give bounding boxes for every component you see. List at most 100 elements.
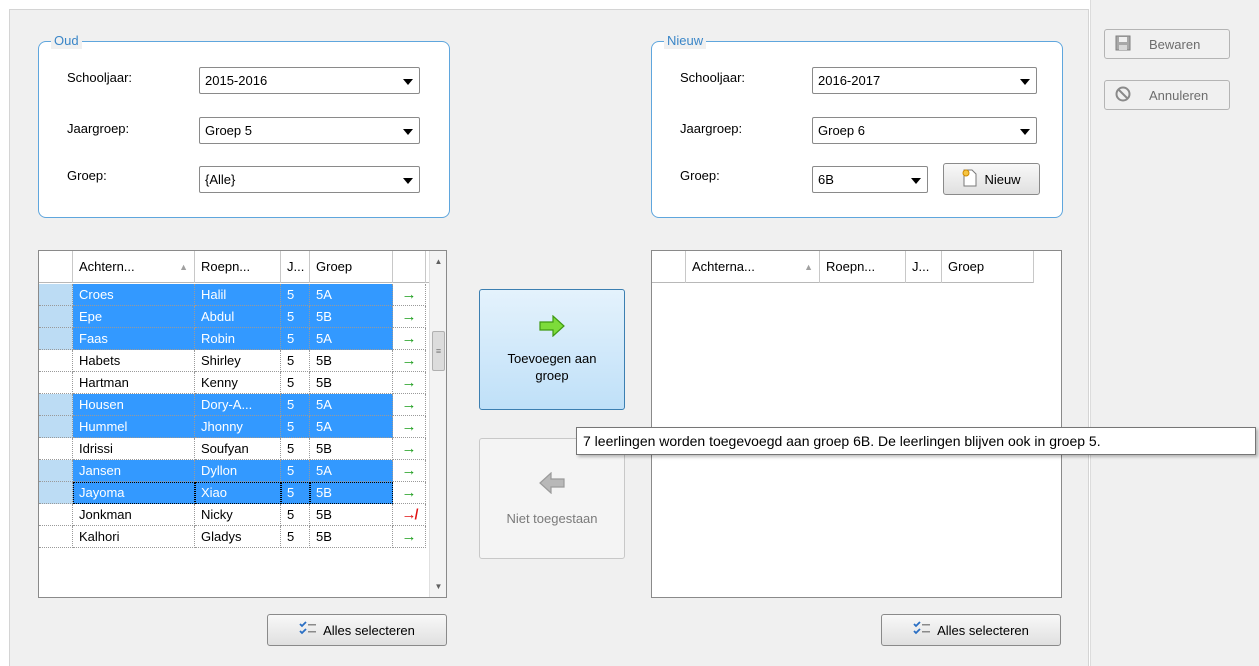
bewaren-button[interactable]: Bewaren <box>1104 29 1230 59</box>
oud-groep-select[interactable]: {Alle} <box>199 166 420 193</box>
cell-roepnaam: Xiao <box>195 482 281 504</box>
cell-achternaam: Habets <box>73 350 195 372</box>
header-groep[interactable]: Groep <box>942 251 1034 283</box>
row-selector[interactable] <box>39 416 73 438</box>
oud-schooljaar-select[interactable]: 2015-2016 <box>199 67 420 94</box>
header-achternaam[interactable]: Achterna... ▲ <box>686 251 820 283</box>
cell-j: 5 <box>281 416 310 438</box>
header-jaar[interactable]: J... <box>906 251 942 283</box>
cell-roepnaam: Shirley <box>195 350 281 372</box>
bewaren-label: Bewaren <box>1149 36 1201 52</box>
row-header-corner <box>39 251 73 283</box>
cell-achternaam: Epe <box>73 306 195 328</box>
cell-roepnaam: Robin <box>195 328 281 350</box>
row-selector[interactable] <box>39 504 73 526</box>
header-roepnaam[interactable]: Roepn... <box>820 251 906 283</box>
nieuw-jaargroep-select[interactable]: Groep 6 <box>812 117 1037 144</box>
header-achternaam[interactable]: Achtern... ▲ <box>73 251 195 283</box>
row-selector[interactable] <box>39 372 73 394</box>
row-selector[interactable] <box>39 284 73 306</box>
cell-achternaam: Jansen <box>73 460 195 482</box>
row-selector[interactable] <box>39 438 73 460</box>
nieuw-schooljaar-value: 2016-2017 <box>818 73 881 88</box>
scroll-thumb[interactable]: ≡ <box>432 331 445 371</box>
arrow-right-icon: → <box>393 438 426 460</box>
select-all-label: Alles selecteren <box>937 622 1029 638</box>
cell-achternaam: Idrissi <box>73 438 195 460</box>
cell-roepnaam: Gladys <box>195 526 281 548</box>
table-row[interactable]: Croes Halil 5 5A → <box>39 284 426 306</box>
nieuw-select-all-button[interactable]: Alles selecteren <box>881 614 1061 646</box>
table-row[interactable]: Idrissi Soufyan 5 5B → <box>39 438 426 460</box>
oud-students-grid[interactable]: Achtern... ▲ Roepn... J... Groep Croes Hal… <box>38 250 447 598</box>
table-row[interactable]: Hartman Kenny 5 5B → <box>39 372 426 394</box>
niet-toegestaan-label: Niet toegestaan <box>506 510 598 526</box>
nieuw-groep-select[interactable]: 6B <box>812 166 928 193</box>
chevron-down-icon <box>403 129 413 135</box>
nieuw-groep-button[interactable]: Nieuw <box>943 163 1040 195</box>
table-row[interactable]: Faas Robin 5 5A → <box>39 328 426 350</box>
sort-ascending-icon: ▲ <box>179 262 188 272</box>
cell-roepnaam: Kenny <box>195 372 281 394</box>
cell-roepnaam: Dyllon <box>195 460 281 482</box>
row-selector[interactable] <box>39 526 73 548</box>
cell-j: 5 <box>281 526 310 548</box>
scroll-down-icon[interactable]: ▼ <box>430 578 446 595</box>
save-icon <box>1115 35 1131 54</box>
cell-j: 5 <box>281 284 310 306</box>
cell-roepnaam: Soufyan <box>195 438 281 460</box>
row-selector[interactable] <box>39 394 73 416</box>
oud-jaargroep-label: Jaargroep: <box>67 121 130 136</box>
table-row[interactable]: Jonkman Nicky 5 5B ↛ <box>39 504 426 526</box>
row-selector[interactable] <box>39 306 73 328</box>
table-row[interactable]: Housen Dory-A... 5 5A → <box>39 394 426 416</box>
header-jaar[interactable]: J... <box>281 251 310 283</box>
oud-jaargroep-value: Groep 5 <box>205 123 252 138</box>
cell-achternaam: Jonkman <box>73 504 195 526</box>
header-status <box>393 251 426 283</box>
vertical-scrollbar[interactable]: ▲ ≡ ▼ <box>429 251 446 597</box>
arrow-right-icon: → <box>393 284 426 306</box>
arrow-right-icon: → <box>393 460 426 482</box>
cell-roepnaam: Abdul <box>195 306 281 328</box>
oud-groupbox: Oud Schooljaar: 2015-2016 Jaargroep: Gro… <box>38 33 450 218</box>
cell-roepnaam: Halil <box>195 284 281 306</box>
arrow-right-icon: → <box>393 394 426 416</box>
nieuw-groep-label: Groep: <box>680 168 720 183</box>
oud-select-all-button[interactable]: Alles selecteren <box>267 614 447 646</box>
cell-achternaam: Kalhori <box>73 526 195 548</box>
table-row[interactable]: Jayoma Xiao 5 5B → <box>39 482 426 504</box>
row-selector[interactable] <box>39 328 73 350</box>
row-selector[interactable] <box>39 350 73 372</box>
scroll-up-icon[interactable]: ▲ <box>430 253 446 270</box>
cell-achternaam: Croes <box>73 284 195 306</box>
chevron-down-icon <box>911 178 921 184</box>
cell-groep: 5B <box>310 306 393 328</box>
annuleren-button[interactable]: Annuleren <box>1104 80 1230 110</box>
toevoegen-button[interactable]: Toevoegen aan groep <box>479 289 625 410</box>
header-roepnaam[interactable]: Roepn... <box>195 251 281 283</box>
nieuw-jaargroep-label: Jaargroep: <box>680 121 743 136</box>
table-row[interactable]: Hummel Jhonny 5 5A → <box>39 416 426 438</box>
table-row[interactable]: Kalhori Gladys 5 5B → <box>39 526 426 548</box>
oud-schooljaar-label: Schooljaar: <box>67 70 133 85</box>
oud-jaargroep-select[interactable]: Groep 5 <box>199 117 420 144</box>
row-selector[interactable] <box>39 482 73 504</box>
arrow-right-icon: → <box>393 526 426 548</box>
nieuw-schooljaar-select[interactable]: 2016-2017 <box>812 67 1037 94</box>
nieuw-students-grid[interactable]: Achterna... ▲ Roepn... J... Groep <box>651 250 1062 598</box>
table-row[interactable]: Habets Shirley 5 5B → <box>39 350 426 372</box>
oud-groep-value: {Alle} <box>205 172 236 187</box>
row-selector[interactable] <box>39 460 73 482</box>
table-row[interactable]: Epe Abdul 5 5B → <box>39 306 426 328</box>
arrow-right-icon: → <box>393 482 426 504</box>
blocked-arrow-icon: ↛ <box>393 504 426 526</box>
cell-achternaam: Housen <box>73 394 195 416</box>
nieuw-button-label: Nieuw <box>984 171 1021 187</box>
row-header-corner <box>652 251 686 283</box>
header-groep[interactable]: Groep <box>310 251 393 283</box>
select-all-label: Alles selecteren <box>323 622 415 638</box>
table-row[interactable]: Jansen Dyllon 5 5A → <box>39 460 426 482</box>
nieuw-schooljaar-label: Schooljaar: <box>680 70 746 85</box>
arrow-right-icon <box>539 314 565 340</box>
